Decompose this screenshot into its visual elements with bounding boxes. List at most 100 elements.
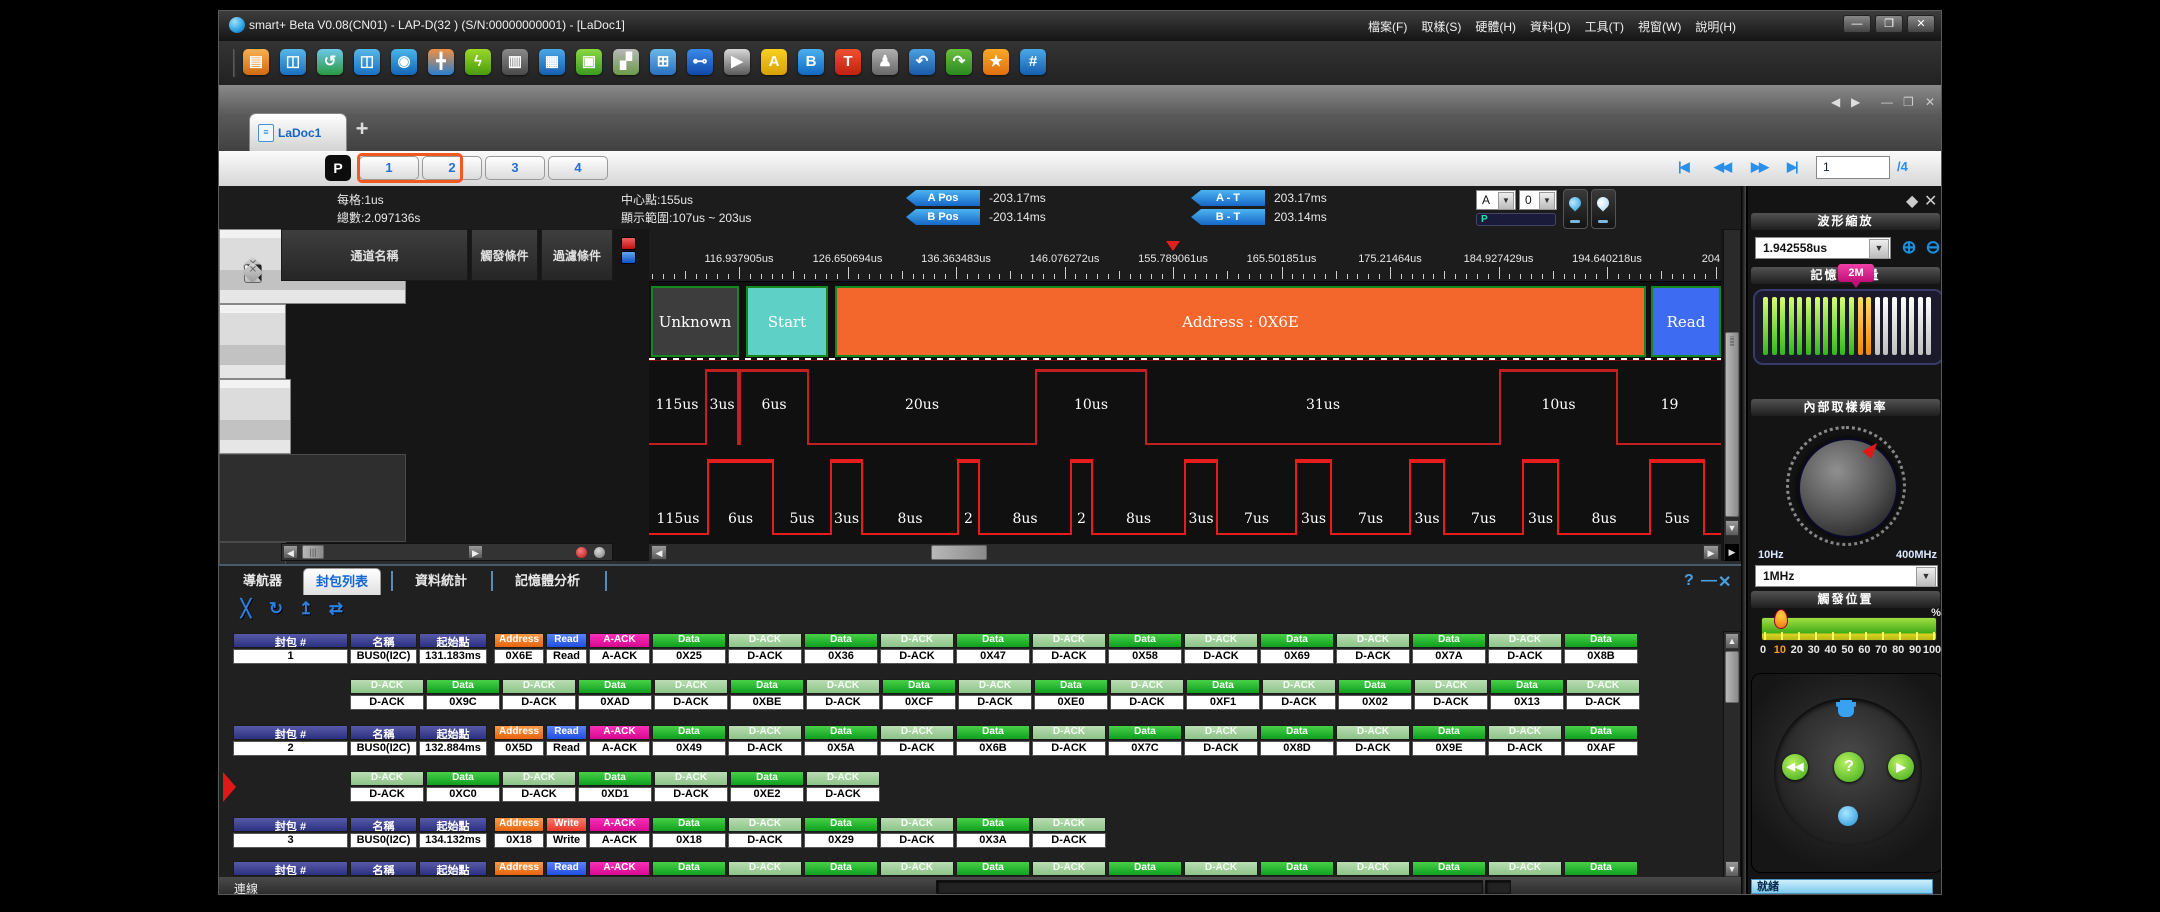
table-cell-value[interactable]: 0X5D <box>494 741 544 756</box>
doc-restore-icon[interactable]: ❐ <box>1903 95 1914 109</box>
table-cell-header[interactable]: D-ACK <box>1414 679 1488 694</box>
table-cell-header[interactable]: 起始點 <box>419 725 487 740</box>
channel-filter-cell[interactable] <box>219 379 291 454</box>
table-cell-value[interactable]: 0X49 <box>652 741 726 756</box>
horizontal-scrollbar[interactable]: ◀ ▶ <box>649 543 1721 561</box>
table-cell-value[interactable]: 0X7C <box>1108 741 1182 756</box>
table-cell-value[interactable]: 0X58 <box>1108 649 1182 664</box>
a-pos-badge[interactable]: A Pos <box>906 190 980 206</box>
table-cell-header[interactable]: Data <box>1260 633 1334 648</box>
table-cell-header[interactable]: D-ACK <box>806 679 880 694</box>
panel-minimize-icon[interactable]: — <box>1701 572 1717 590</box>
table-cell-value[interactable]: 0X5A <box>804 741 878 756</box>
table-cell-header[interactable]: D-ACK <box>880 633 954 648</box>
table-row[interactable]: 封包 #名稱起始點AddressWriteA-ACKDataD-ACKDataD… <box>233 817 1108 832</box>
table-cell-header[interactable]: Data <box>652 633 726 648</box>
trigger-marker-icon[interactable] <box>1166 241 1180 251</box>
table-cell-header[interactable]: Data <box>1564 861 1638 876</box>
table-cell-value[interactable]: D-ACK <box>350 695 424 710</box>
table-cell-value[interactable]: 0XC0 <box>426 787 500 802</box>
table-cell-header[interactable]: 封包 # <box>233 861 348 876</box>
table-cell-value[interactable]: BUS0(I2C) <box>350 649 417 664</box>
table-cell-value[interactable]: D-ACK <box>1566 695 1640 710</box>
save-as-icon[interactable]: ◫ <box>354 49 380 75</box>
table-cell-header[interactable]: A-ACK <box>589 725 650 740</box>
chevron-down-icon[interactable]: ▼ <box>1916 567 1936 587</box>
table-cell-value[interactable]: 1 <box>233 649 348 664</box>
table-vertical-scrollbar[interactable]: ▲ ▼ <box>1723 631 1741 879</box>
vertical-scrollbar[interactable]: ≡≡≡ ▼ ▶ <box>1723 229 1741 561</box>
table-cell-value[interactable]: D-ACK <box>1184 649 1258 664</box>
table-cell-header[interactable]: D-ACK <box>1184 861 1258 876</box>
table-cell-value[interactable]: D-ACK <box>958 695 1032 710</box>
table-cell-value[interactable]: D-ACK <box>1184 741 1258 756</box>
table-cell-header[interactable]: D-ACK <box>728 817 802 832</box>
table-cell-value[interactable]: 134.132ms <box>419 833 487 848</box>
zoom-scale-select[interactable]: 1.942558us ▼ <box>1755 237 1891 259</box>
panel-close-icon[interactable]: ✕ <box>1718 572 1731 592</box>
table-cell-header[interactable]: A-ACK <box>589 633 650 648</box>
table-cell-value[interactable]: A-ACK <box>589 833 650 848</box>
decode-block[interactable]: Address : 0X6E <box>835 286 1646 357</box>
table-cell-value[interactable]: D-ACK <box>1488 741 1562 756</box>
scroll-left-icon[interactable]: ◀ <box>651 545 667 560</box>
table-cell-value[interactable]: 3 <box>233 833 348 848</box>
export-tool-icon[interactable]: ↥ <box>295 598 317 620</box>
table-cell-header[interactable]: 封包 # <box>233 725 348 740</box>
table-cell-header[interactable]: Data <box>1338 679 1412 694</box>
menu-item-1[interactable]: 取樣(S) <box>1421 18 1461 35</box>
table-cell-value[interactable]: D-ACK <box>880 741 954 756</box>
table-cell-header[interactable]: D-ACK <box>1032 861 1106 876</box>
table-cell-header[interactable]: Data <box>652 861 726 876</box>
table-cell-header[interactable]: D-ACK <box>502 771 576 786</box>
forward-icon[interactable]: ▶▶ <box>1751 159 1767 175</box>
table-cell-header[interactable]: Data <box>956 633 1030 648</box>
device-icon[interactable]: ♟ <box>872 49 898 75</box>
table-cell-header[interactable]: D-ACK <box>1262 679 1336 694</box>
close-button[interactable]: ✕ <box>1907 15 1935 33</box>
table-cell-header[interactable]: A-ACK <box>589 861 650 876</box>
table-cell-value[interactable]: 0XE0 <box>1034 695 1108 710</box>
table-cell-header[interactable]: Data <box>1412 861 1486 876</box>
memory-gauge[interactable] <box>1753 289 1942 365</box>
tab-2[interactable]: 資料統計 <box>403 568 479 594</box>
tab-ladoc1[interactable]: ≡ LaDoc1 <box>249 113 347 152</box>
panel-pin-icon[interactable]: ◆ <box>1906 191 1918 211</box>
table-cell-value[interactable]: D-ACK <box>728 649 802 664</box>
table-row[interactable]: 2BUS0(I2C)132.884ms0X5DReadA-ACK0X49D-AC… <box>233 741 1640 756</box>
table-cell-header[interactable] <box>489 649 492 664</box>
table-cell-header[interactable]: Data <box>652 725 726 740</box>
scroll-up-icon[interactable]: ▲ <box>1725 633 1739 649</box>
table-cell-header[interactable]: D-ACK <box>654 679 728 694</box>
table-cell-header[interactable]: D-ACK <box>1336 861 1410 876</box>
table-cell-value[interactable]: D-ACK <box>1336 741 1410 756</box>
table-cell-value[interactable]: D-ACK <box>1032 649 1106 664</box>
marker-index-select[interactable]: 0 ▼ <box>1519 190 1557 210</box>
table-row[interactable]: D-ACKDataD-ACKDataD-ACKDataD-ACKDataD-AC… <box>350 679 1642 694</box>
table-cell-header[interactable]: 起始點 <box>419 817 487 832</box>
table-cell-header[interactable]: Data <box>1564 633 1638 648</box>
frequency-knob[interactable] <box>1798 438 1898 538</box>
table-cell-header[interactable]: 封包 # <box>233 817 348 832</box>
marker-pin-a-button[interactable] <box>1563 189 1588 229</box>
table-cell-header[interactable]: D-ACK <box>728 725 802 740</box>
table-cell-header[interactable]: 起始點 <box>419 861 487 876</box>
tab-3[interactable]: 記憶體分析 <box>503 568 592 594</box>
table-cell-value[interactable]: 0XAD <box>578 695 652 710</box>
table-cell-value[interactable]: D-ACK <box>1110 695 1184 710</box>
table-cell-header[interactable]: Address <box>494 633 544 648</box>
table-cell-value[interactable]: 0X8D <box>1260 741 1334 756</box>
table-cell-value[interactable]: 0XF1 <box>1186 695 1260 710</box>
table-cell-header[interactable]: Data <box>1034 679 1108 694</box>
table-cell-value[interactable]: 0XD1 <box>578 787 652 802</box>
table-cell-header[interactable] <box>489 861 492 876</box>
table-cell-value[interactable]: 0X29 <box>804 833 878 848</box>
table-cell-header[interactable]: Read <box>546 861 587 876</box>
table-cell-header[interactable]: Data <box>956 725 1030 740</box>
table-cell-header[interactable]: D-ACK <box>1032 725 1106 740</box>
waveform-canvas[interactable]: 116.937905us126.650694us136.363483us146.… <box>649 229 1721 561</box>
table-cell-value[interactable]: D-ACK <box>1414 695 1488 710</box>
table-cell-value[interactable]: 2 <box>233 741 348 756</box>
probe-red-icon[interactable] <box>576 547 587 558</box>
nav-down-button[interactable] <box>1838 806 1858 826</box>
